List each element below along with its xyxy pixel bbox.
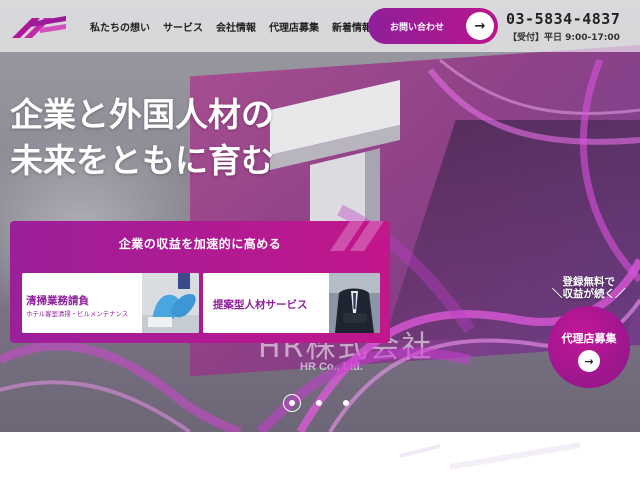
contact-button[interactable]: お問い合わせ → [368,8,498,44]
agent-note: 登録無料で ＼収益が続く／ [552,276,626,300]
service-card-staffing[interactable]: 提案型人材サービス [203,273,380,333]
nav-company[interactable]: 会社情報 [216,19,256,34]
slider-dot-3[interactable] [343,400,349,406]
contact-label: お問い合わせ [390,22,445,33]
arrow-right-icon: → [466,12,494,40]
business-hours: 【受付】平日 9:00-17:00 [508,33,620,43]
hero-headline: 企業と外国人材の 未来をともに育む [10,92,274,184]
site-logo-icon[interactable] [10,8,68,44]
services-title: 企業の収益を加速的に高める [118,237,282,251]
bottom-stripe-decoration [400,442,580,470]
phone-number[interactable]: 03-5834-4837 [506,10,620,28]
nav-about[interactable]: 私たちの想い [90,19,150,34]
agent-recruit-button[interactable]: 代理店募集 → [548,306,630,388]
agent-note-line-1: 登録無料で [562,276,616,288]
services-panel: 企業の収益を加速的に高める 清掃業務請負 ホテル客室清掃・ビルメンテナンス 提案… [10,221,390,343]
service-card-subtitle: ホテル客室清掃・ビルメンテナンス [26,310,129,318]
nav-news[interactable]: 新着情報 [332,19,372,34]
businessman-image [329,273,380,333]
headline-line-2: 未来をともに育む [10,141,274,180]
slider-dot-2[interactable] [316,400,322,406]
arrow-right-icon: → [578,350,600,372]
hero-banner: HR株式会社 HR Co., Ltd. [0,0,640,432]
nav-agent[interactable]: 代理店募集 [269,19,319,34]
service-card-title: 清掃業務請負 [26,295,89,307]
swirl-decoration [0,58,640,432]
service-card-title: 提案型人材サービス [213,299,308,311]
slider-dot-1[interactable] [289,400,295,406]
nav-services[interactable]: サービス [163,19,203,34]
headline-line-1: 企業と外国人材の [10,95,274,134]
cleaning-gloves-image [142,273,199,333]
site-header: 私たちの想い サービス 会社情報 代理店募集 新着情報 お問い合わせ → 03-… [0,0,640,52]
agent-note-line-2: ＼収益が続く／ [552,288,626,300]
agent-recruit-label: 代理店募集 [561,332,617,345]
main-nav: 私たちの想い サービス 会社情報 代理店募集 新着情報 [90,19,372,34]
service-card-cleaning[interactable]: 清掃業務請負 ホテル客室清掃・ビルメンテナンス [22,273,199,333]
